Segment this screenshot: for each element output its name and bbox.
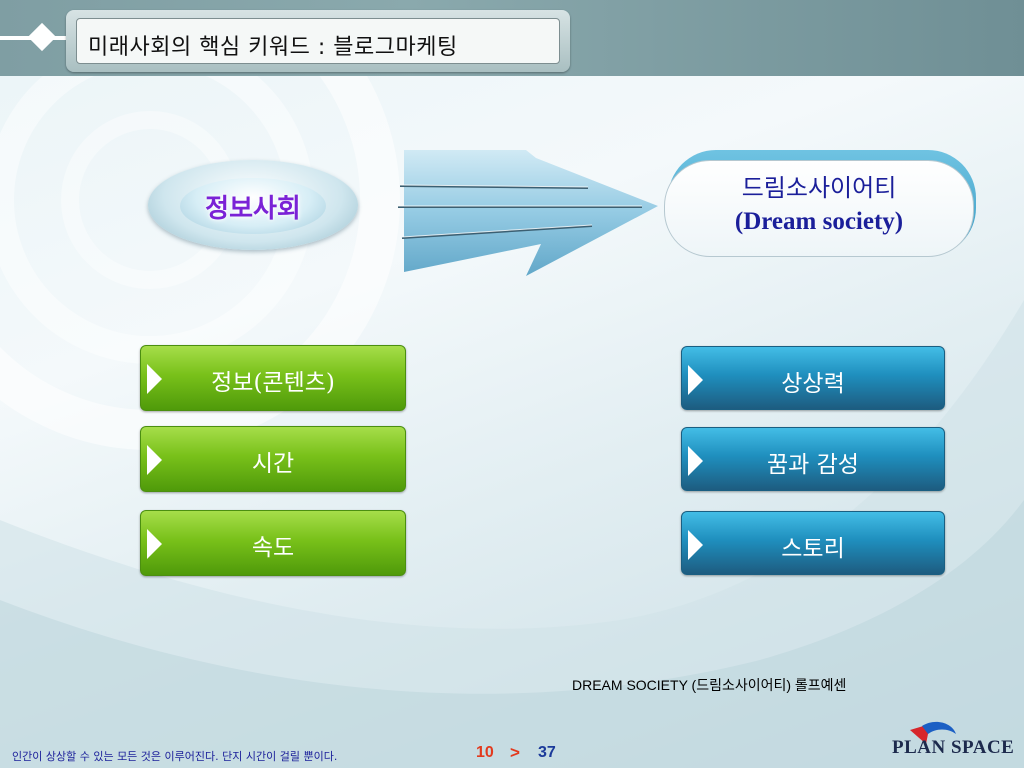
information-society-label: 정보사회 — [205, 194, 301, 224]
dream-emotion-button[interactable]: 꿈과 감성 — [681, 427, 945, 491]
imagination-button[interactable]: 상상력 — [681, 346, 945, 410]
total-page-number: 37 — [538, 744, 556, 761]
page-title: 미래사회의 핵심 키워드 : 블로그마케팅 — [88, 35, 458, 60]
button-label: 속도 — [251, 535, 295, 561]
dream-society-label-en: (Dream society) — [734, 208, 904, 235]
information-content-button[interactable]: 정보(콘텐츠) — [140, 345, 406, 411]
transition-arrow-icon — [398, 150, 658, 276]
current-page-number: 10 — [476, 744, 494, 761]
source-caption: DREAM SOCIETY (드림소사이어티) 롤프예센 — [572, 677, 847, 693]
dream-society-label-ko: 드림소사이어티 — [741, 174, 897, 202]
next-page-link[interactable]: > — [510, 743, 520, 763]
button-label: 시간 — [251, 451, 295, 477]
plan-space-logo: PLAN SPACE — [892, 737, 1015, 758]
button-label: 상상력 — [781, 371, 845, 397]
button-label: 스토리 — [781, 536, 845, 562]
button-label: 정보(콘텐츠) — [211, 370, 335, 396]
speed-button[interactable]: 속도 — [140, 510, 406, 576]
footer-quote: 인간이 상상할 수 있는 모든 것은 이루어진다. 단지 시간이 걸릴 뿐이다. — [12, 750, 338, 763]
time-button[interactable]: 시간 — [140, 426, 406, 492]
story-button[interactable]: 스토리 — [681, 511, 945, 575]
button-label: 꿈과 감성 — [767, 452, 859, 478]
